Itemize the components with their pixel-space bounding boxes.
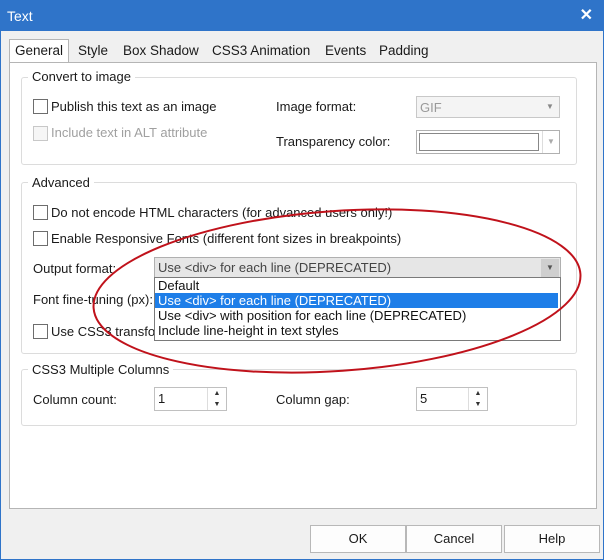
option-line-height[interactable]: Include line-height in text styles (155, 323, 558, 338)
output-format-value: Use <div> for each line (DEPRECATED) (158, 260, 392, 275)
text-dialog: Text ✕ General Style Box Shadow CSS3 Ani… (0, 0, 604, 560)
option-default[interactable]: Default (155, 278, 558, 293)
transparency-color-picker[interactable]: ▼ (416, 130, 560, 154)
column-count-value: 1 (158, 391, 166, 406)
tab-general[interactable]: General (9, 39, 70, 64)
responsive-fonts-label: Enable Responsive Fonts (different font … (51, 231, 402, 246)
include-alt-label: Include text in ALT attribute (51, 125, 208, 140)
column-gap-label: Column gap: (276, 392, 350, 407)
increment-icon[interactable]: ▲ (208, 388, 226, 399)
columns-group-title: CSS3 Multiple Columns (28, 362, 174, 377)
publish-as-image-checkbox[interactable] (33, 99, 48, 114)
ok-button[interactable]: OK (310, 525, 406, 553)
color-swatch (419, 133, 539, 151)
css3-transform-label: Use CSS3 transfor (51, 324, 160, 339)
convert-group-title: Convert to image (28, 69, 135, 84)
window-title: Text (7, 8, 33, 24)
decrement-icon[interactable]: ▼ (469, 399, 487, 410)
decrement-icon[interactable]: ▼ (208, 399, 226, 410)
chevron-down-icon: ▼ (546, 102, 554, 111)
tab-padding[interactable]: Padding (379, 41, 429, 61)
image-format-select[interactable]: GIF ▼ (416, 96, 560, 118)
tab-style[interactable]: Style (78, 41, 108, 61)
css3-transform-checkbox[interactable] (33, 324, 48, 339)
increment-icon[interactable]: ▲ (469, 388, 487, 399)
no-encode-html-label: Do not encode HTML characters (for advan… (51, 205, 393, 220)
tab-events[interactable]: Events (325, 41, 366, 61)
title-bar: Text ✕ (1, 1, 603, 31)
column-count-stepper[interactable]: 1 ▲ ▼ (154, 387, 227, 411)
chevron-down-icon: ▼ (541, 259, 559, 277)
output-format-options: Default Use <div> for each line (DEPRECA… (154, 277, 561, 341)
column-gap-value: 5 (420, 391, 428, 406)
tab-css3-animation[interactable]: CSS3 Animation (212, 41, 310, 61)
help-button[interactable]: Help (504, 525, 600, 553)
output-format-label: Output format: (33, 261, 117, 276)
column-gap-stepper[interactable]: 5 ▲ ▼ (416, 387, 488, 411)
publish-as-image-label: Publish this text as an image (51, 99, 217, 114)
close-icon[interactable]: ✕ (580, 5, 593, 25)
stepper-buttons: ▲ ▼ (468, 388, 487, 410)
responsive-fonts-checkbox[interactable] (33, 231, 48, 246)
column-count-label: Column count: (33, 392, 117, 407)
option-div-each-line[interactable]: Use <div> for each line (DEPRECATED) (155, 293, 558, 308)
chevron-down-icon: ▼ (542, 131, 559, 153)
tab-bar: General Style Box Shadow CSS3 Animation … (9, 39, 595, 64)
stepper-buttons: ▲ ▼ (207, 388, 226, 410)
include-alt-checkbox[interactable] (33, 126, 48, 141)
output-format-select[interactable]: Use <div> for each line (DEPRECATED) ▼ (154, 257, 561, 279)
image-format-label: Image format: (276, 99, 357, 114)
image-format-value: GIF (420, 100, 442, 115)
tab-box-shadow[interactable]: Box Shadow (123, 41, 199, 61)
option-div-position[interactable]: Use <div> with position for each line (D… (155, 308, 558, 323)
font-fine-tuning-label: Font fine-tuning (px): (33, 292, 153, 307)
transparency-color-label: Transparency color: (276, 134, 391, 149)
cancel-button[interactable]: Cancel (406, 525, 502, 553)
advanced-group-title: Advanced (28, 175, 94, 190)
no-encode-html-checkbox[interactable] (33, 205, 48, 220)
